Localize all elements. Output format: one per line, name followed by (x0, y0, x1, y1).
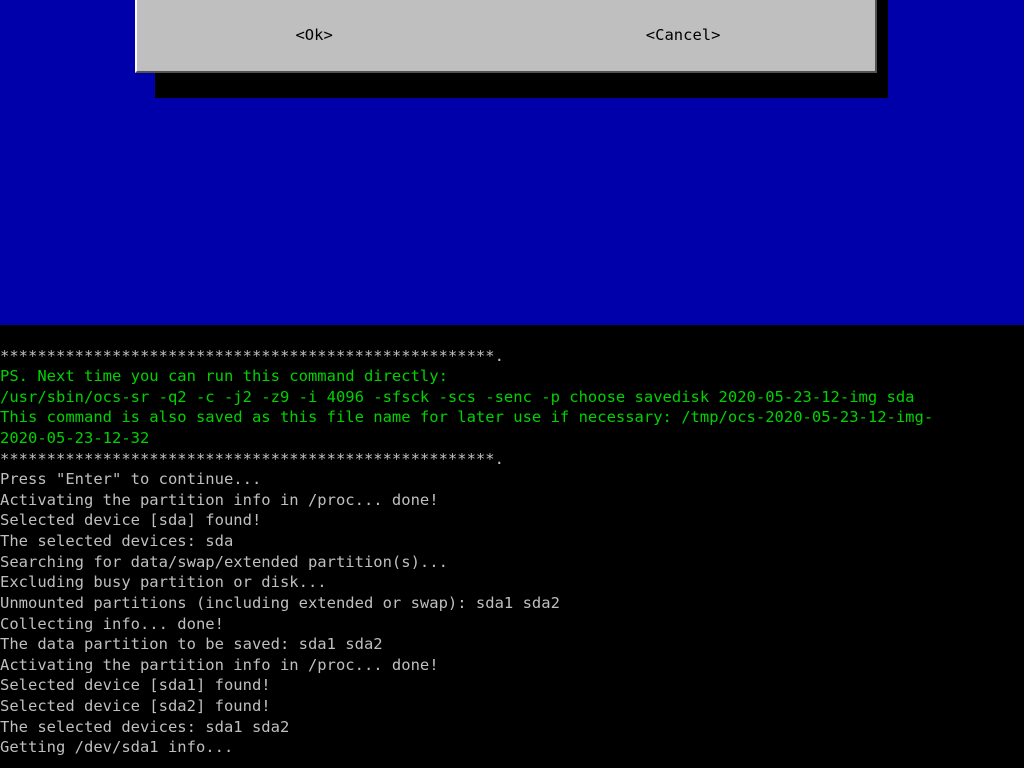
log-line: Activating the partition info in /proc..… (0, 656, 439, 674)
log-line: Selected device [sda2] found! (0, 697, 271, 715)
command-line: /usr/sbin/ocs-sr -q2 -c -j2 -z9 -i 4096 … (0, 388, 915, 406)
log-line: Press "Enter" to continue... (0, 470, 261, 488)
log-line: Selected device [sda1] found! (0, 676, 271, 694)
ok-button[interactable]: <Ok> (137, 25, 491, 46)
log-line: Activating the partition info in /proc..… (0, 491, 439, 509)
log-line: The selected devices: sda1 sda2 (0, 718, 289, 736)
dialog-box: <Ok> <Cancel> (135, 0, 877, 73)
log-line: Searching for data/swap/extended partiti… (0, 553, 448, 571)
log-line: Selected device [sda] found! (0, 511, 261, 529)
saved-file-line-1: This command is also saved as this file … (0, 408, 933, 426)
separator-line: ****************************************… (0, 450, 504, 468)
separator-line: ****************************************… (0, 347, 504, 365)
log-line: Collecting info... done! (0, 615, 224, 633)
log-line: Getting /dev/sda1 info... (0, 738, 233, 756)
dialog-backdrop: <Ok> <Cancel> (0, 0, 1024, 325)
dialog-button-row: <Ok> <Cancel> (137, 25, 875, 46)
log-line: Excluding busy partition or disk... (0, 573, 327, 591)
log-line: Unmounted partitions (including extended… (0, 594, 560, 612)
hint-line: PS. Next time you can run this command d… (0, 367, 448, 385)
cancel-button[interactable]: <Cancel> (491, 25, 875, 46)
log-line: The selected devices: sda (0, 532, 233, 550)
saved-file-line-2: 2020-05-23-12-32 (0, 429, 149, 447)
log-line: The data partition to be saved: sda1 sda… (0, 635, 383, 653)
terminal-output: ****************************************… (0, 325, 1024, 768)
